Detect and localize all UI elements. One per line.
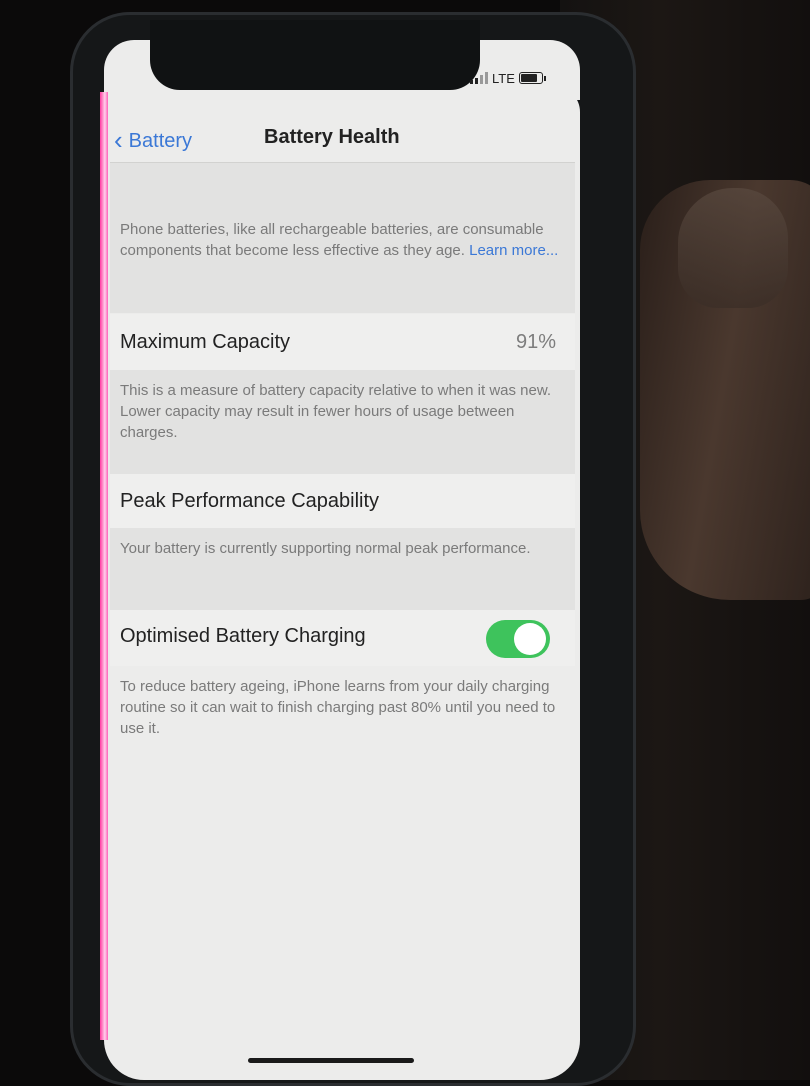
chevron-left-icon: ‹ [114, 125, 123, 155]
battery-icon [518, 72, 543, 84]
maximum-capacity-value: 91% [515, 331, 556, 353]
status-bar: LTE [470, 68, 546, 88]
peak-performance-description: Your battery is currently supporting nor… [120, 540, 531, 557]
navigation-bar: ‹ Battery Battery Health [110, 118, 570, 162]
optimised-charging-toggle[interactable] [486, 620, 550, 658]
intro-text: Phone batteries, like all rechargeable b… [120, 219, 560, 261]
maximum-capacity-description: This is a measure of battery capacity re… [120, 382, 552, 441]
network-type: LTE [492, 70, 515, 86]
notch [150, 20, 480, 90]
toggle-knob [514, 623, 546, 655]
cellular-signal-icon [470, 72, 488, 84]
thumbnail [678, 188, 788, 308]
learn-more-link[interactable]: Learn more... [469, 242, 558, 259]
screen-defect-line [100, 92, 108, 1040]
back-label: Battery [128, 130, 193, 152]
optimised-charging-description: To reduce battery ageing, iPhone learns … [120, 678, 556, 737]
back-button[interactable]: ‹ Battery [114, 125, 193, 157]
optimised-charging-label: Optimised Battery Charging [120, 625, 366, 647]
home-indicator[interactable] [248, 1058, 414, 1063]
maximum-capacity-label: Maximum Capacity [120, 331, 291, 353]
page-title: Battery Health [264, 126, 400, 148]
peak-performance-label: Peak Performance Capability [120, 490, 380, 512]
battery-cap [543, 75, 546, 81]
